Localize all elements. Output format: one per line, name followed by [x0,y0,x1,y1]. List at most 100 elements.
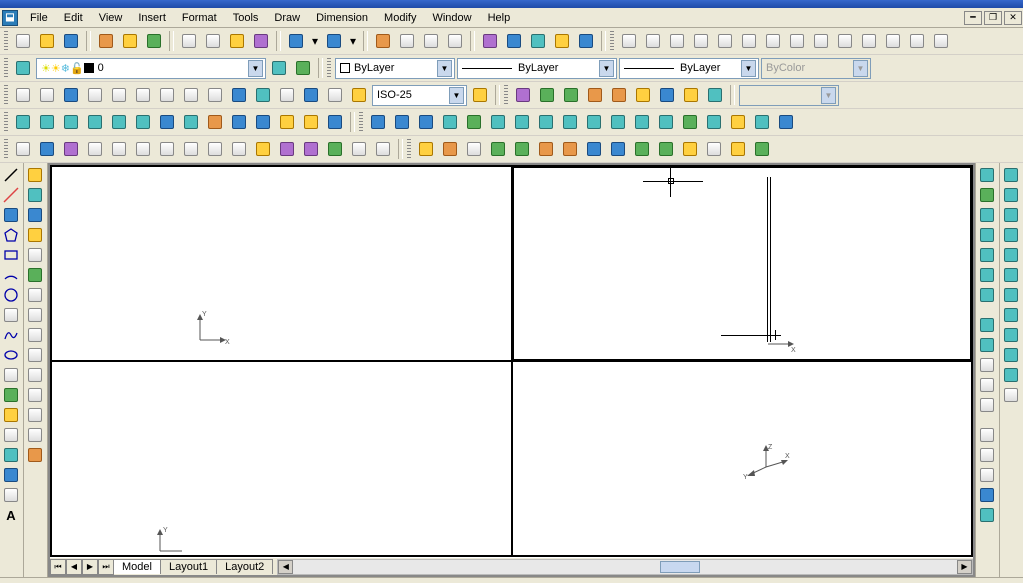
tab-layout1[interactable]: Layout1 [160,559,217,574]
render-light-button[interactable] [487,138,509,160]
3dclip-button[interactable] [977,285,997,305]
dim-radius-button[interactable] [84,84,106,106]
dim-ordinate-button[interactable] [60,84,82,106]
render-fog-button[interactable] [583,138,605,160]
dimstyle-button[interactable] [469,84,491,106]
surf-ruled-button[interactable] [348,138,370,160]
taper-face-button[interactable] [559,111,581,133]
layer-properties-button[interactable] [12,57,34,79]
tab-prev-button[interactable]: ◀ [66,559,82,575]
surf-revolved-button[interactable] [300,138,322,160]
offset-face-button[interactable] [487,111,509,133]
interfere-button[interactable] [252,111,274,133]
3dswivel-button[interactable] [977,185,997,205]
visual-styles-dropdown[interactable]: ▼ [739,85,839,106]
tab-layout2[interactable]: Layout2 [216,559,273,574]
viewport-bottom-right[interactable]: Z X Y [513,362,972,555]
ucs-button-14[interactable] [930,30,952,52]
insert-block-button[interactable] [1,385,21,405]
separate-button[interactable] [727,111,749,133]
slice-button[interactable] [204,111,226,133]
clean-button[interactable] [703,111,725,133]
scale-button[interactable] [25,305,45,325]
3dpan-button[interactable] [977,265,997,285]
copy-face-button[interactable] [583,111,605,133]
sphere-button[interactable] [36,111,58,133]
dim-textedit-button[interactable] [324,84,346,106]
cone-button[interactable] [84,111,106,133]
section-button[interactable] [228,111,250,133]
setup-view-button[interactable] [300,111,322,133]
dim-update-button[interactable] [348,84,370,106]
paste-button[interactable] [226,30,248,52]
move-button[interactable] [25,265,45,285]
copy-button[interactable] [202,30,224,52]
view-top-button[interactable] [1001,185,1021,205]
layer-dropdown[interactable]: ☀☀❄🔓 0 ▼ [36,58,266,79]
render-button-8[interactable] [680,84,702,106]
render-button-3[interactable] [560,84,582,106]
fillet-button[interactable] [25,425,45,445]
menu-file[interactable]: File [22,10,56,26]
copy-edge-button[interactable] [631,111,653,133]
undo-button[interactable] [285,30,307,52]
render-landscape-edit-button[interactable] [655,138,677,160]
surf-edge-button[interactable] [252,138,274,160]
trim-button[interactable] [25,345,45,365]
circle-button[interactable] [1,285,21,305]
tab-first-button[interactable]: ⏮ [50,559,66,575]
redo-dropdown[interactable]: ▾ [347,30,359,52]
properties-button[interactable] [479,30,501,52]
tab-last-button[interactable]: ⏭ [98,559,114,575]
offset-button[interactable] [25,225,45,245]
ucs-button-10[interactable] [834,30,856,52]
dim-aligned-button[interactable] [36,84,58,106]
undo-dropdown[interactable]: ▾ [309,30,321,52]
arc-button[interactable] [1,265,21,285]
view-bottom-button[interactable] [1001,205,1021,225]
polyline-button[interactable] [1,205,21,225]
view-se-iso-button[interactable] [1001,325,1021,345]
line-button[interactable] [1,165,21,185]
menu-edit[interactable]: Edit [56,10,91,26]
menu-dimension[interactable]: Dimension [308,10,376,26]
extend-button[interactable] [25,365,45,385]
render-button-2[interactable] [536,84,558,106]
viewports-poly-button[interactable] [977,465,997,485]
tab-next-button[interactable]: ▶ [82,559,98,575]
linetype-dropdown[interactable]: ByLayer ▼ [457,58,617,79]
shell-button[interactable] [751,111,773,133]
redo-button[interactable] [323,30,345,52]
render-materials-button[interactable] [511,138,533,160]
menu-modify[interactable]: Modify [376,10,424,26]
scroll-thumb[interactable] [660,561,700,573]
array-button[interactable] [25,245,45,265]
scroll-left-button[interactable]: ◀ [278,560,293,574]
rotate-button[interactable] [25,285,45,305]
color-dropdown[interactable]: ByLayer ▼ [335,58,455,79]
render-render-button[interactable] [727,138,749,160]
intersect-button[interactable] [415,111,437,133]
imprint-button[interactable] [679,111,701,133]
setup-profile-button[interactable] [324,111,346,133]
horizontal-scrollbar[interactable]: ◀ ▶ [277,559,973,575]
dim-baseline-button[interactable] [180,84,202,106]
ucs-button-3[interactable] [666,30,688,52]
render-landscape-button[interactable] [607,138,629,160]
ucs-button-8[interactable] [786,30,808,52]
color-face-button[interactable] [607,111,629,133]
render-hide-button[interactable] [415,138,437,160]
region-button[interactable] [1,465,21,485]
dim-leader-button[interactable] [228,84,250,106]
match-properties-button[interactable] [250,30,272,52]
ucs-button-7[interactable] [762,30,784,52]
new-button[interactable] [12,30,34,52]
rectangle-button[interactable] [1,245,21,265]
extrude-face-button[interactable] [439,111,461,133]
surf-torus-button[interactable] [228,138,250,160]
3dadjust-button[interactable] [977,205,997,225]
ucs-button-9[interactable] [810,30,832,52]
3dback-button[interactable] [977,375,997,395]
render-teapot-button[interactable] [751,138,773,160]
3dorbit-button[interactable] [977,165,997,185]
